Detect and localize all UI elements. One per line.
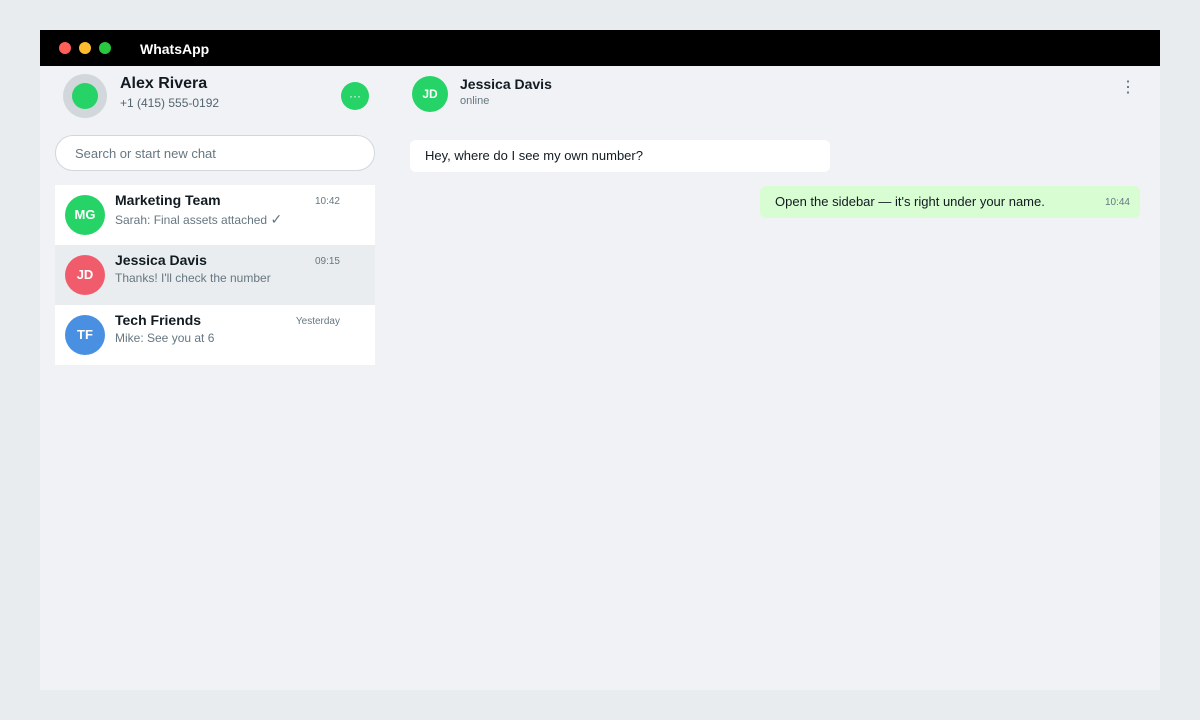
- chat-time: Yesterday: [295, 316, 340, 327]
- chat-time: 10:42: [314, 196, 340, 207]
- outgoing-message: Open the sidebar — it's right under your…: [760, 186, 1140, 218]
- sent-check-icon: ✓: [270, 211, 283, 227]
- chat-name: Tech Friends: [115, 312, 202, 328]
- close-window-button[interactable]: [59, 42, 71, 54]
- contact-avatar[interactable]: JD: [412, 76, 448, 112]
- more-options-button[interactable]: ···: [341, 82, 369, 110]
- profile-phone-number: +1 (415) 555-0192: [120, 96, 220, 110]
- profile-avatar-icon: [72, 83, 98, 109]
- profile-avatar[interactable]: [63, 74, 107, 118]
- chat-item-jessica-davis[interactable]: JD Jessica Davis Thanks! I'll check the …: [55, 245, 375, 305]
- chat-avatar: MG: [65, 195, 105, 235]
- conversation-pane: JD Jessica Davis online ⋮ Hey, where do …: [390, 66, 1160, 690]
- chat-list: MG Marketing Team Sarah: Final assets at…: [55, 185, 375, 365]
- title-bar: WhatsApp: [40, 30, 1160, 66]
- chat-item-marketing-team[interactable]: MG Marketing Team Sarah: Final assets at…: [55, 185, 375, 245]
- search-input[interactable]: [55, 135, 375, 171]
- chat-preview: Thanks! I'll check the number: [115, 271, 271, 285]
- chat-item-tech-friends[interactable]: TF Tech Friends Mike: See you at 6 Yeste…: [55, 305, 375, 365]
- message-text: Hey, where do I see my own number?: [425, 148, 643, 163]
- chat-time: 09:15: [314, 256, 340, 267]
- chat-preview: Mike: See you at 6: [115, 331, 215, 345]
- message-text: Open the sidebar — it's right under your…: [775, 194, 1045, 209]
- chat-avatar: JD: [65, 255, 105, 295]
- message-time: 10:44: [1104, 197, 1130, 208]
- maximize-window-button[interactable]: [99, 42, 111, 54]
- app-title: WhatsApp: [140, 41, 210, 57]
- app-window: WhatsApp Alex Rivera +1 (415) 555-0192 ·…: [40, 30, 1160, 690]
- profile-name: Alex Rivera: [120, 75, 208, 92]
- contact-status: online: [460, 95, 490, 107]
- chat-preview: Sarah: Final assets attached ✓: [115, 211, 282, 228]
- chat-avatar: TF: [65, 315, 105, 355]
- chat-preview-text: Sarah: Final assets attached: [115, 213, 268, 227]
- minimize-window-button[interactable]: [79, 42, 91, 54]
- sidebar: Alex Rivera +1 (415) 555-0192 ··· MG Mar…: [40, 66, 390, 690]
- incoming-message: Hey, where do I see my own number?: [410, 140, 830, 172]
- chat-name: Jessica Davis: [115, 252, 207, 268]
- contact-name[interactable]: Jessica Davis: [460, 76, 552, 92]
- chat-name: Marketing Team: [115, 192, 221, 208]
- conversation-menu-icon[interactable]: ⋮: [1118, 78, 1138, 98]
